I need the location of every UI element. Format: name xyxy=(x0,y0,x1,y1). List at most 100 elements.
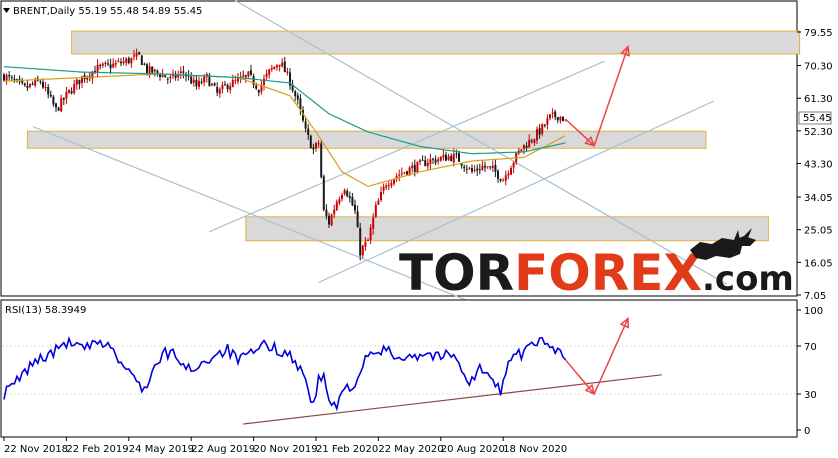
candle-body xyxy=(135,53,138,57)
candle-body xyxy=(146,64,148,74)
last-price-text: 55.45 xyxy=(803,113,832,124)
candle-body xyxy=(450,155,453,161)
candle-body xyxy=(244,75,247,78)
candle-body xyxy=(432,158,434,160)
price-panel: TORFOREX.com 79.55 70.30 61.30 52.30 43.30 34… xyxy=(0,0,833,311)
candle-body xyxy=(315,143,317,149)
price-tick-label: 79.55 xyxy=(804,28,833,39)
candle-body xyxy=(68,89,70,93)
candle-body xyxy=(374,204,377,217)
candle-body xyxy=(10,77,13,79)
watermark-tor: TOR xyxy=(399,244,514,302)
candle-body xyxy=(237,78,239,82)
candle-body xyxy=(122,61,125,64)
candle-body xyxy=(434,159,437,163)
candle-body xyxy=(419,160,421,163)
candle-body xyxy=(234,80,237,82)
price-tick-label: 7.05 xyxy=(804,291,826,302)
candle-body xyxy=(203,76,206,83)
candle-body xyxy=(554,111,557,118)
candle-body xyxy=(294,91,297,97)
candle-body xyxy=(452,153,455,163)
candle-body xyxy=(44,86,47,88)
candle-body xyxy=(382,186,385,191)
candle-body xyxy=(481,165,484,170)
time-tick-label: 20 Nov 2019 xyxy=(254,444,318,455)
candle-body xyxy=(497,171,499,179)
candle-body xyxy=(182,71,185,73)
candle-body xyxy=(138,51,141,55)
candle-body xyxy=(304,121,307,129)
candle-body xyxy=(346,190,349,197)
candle-body xyxy=(192,79,195,83)
candle-body xyxy=(247,71,250,77)
candle-body xyxy=(218,89,221,94)
candle-body xyxy=(47,86,50,95)
candle-body xyxy=(276,65,278,68)
candle-body xyxy=(442,154,445,158)
candle-body xyxy=(114,62,117,65)
candle-body xyxy=(471,167,473,172)
candle-body xyxy=(445,154,447,161)
candle-body xyxy=(101,63,104,66)
candle-body xyxy=(57,107,60,111)
price-tick-label: 52.30 xyxy=(804,127,833,138)
candle-body xyxy=(312,147,315,150)
candle-body xyxy=(320,143,323,178)
candle-body xyxy=(538,128,541,135)
rsi-header: RSI(13) 58.3949 xyxy=(5,305,86,316)
candle-body xyxy=(385,185,388,188)
candle-body xyxy=(494,164,497,172)
candle-body xyxy=(179,71,182,74)
candle-body xyxy=(364,241,367,247)
candle-body xyxy=(250,70,252,75)
candle-body xyxy=(161,74,164,78)
candle-body xyxy=(354,204,356,211)
candle-body xyxy=(283,61,286,73)
candle-body xyxy=(169,76,172,79)
candle-body xyxy=(473,170,476,172)
candle-body xyxy=(65,92,68,99)
candle-body xyxy=(543,124,546,126)
candle-body xyxy=(60,98,63,112)
candle-body xyxy=(377,200,380,205)
candle-body xyxy=(486,166,489,168)
candle-body xyxy=(502,180,505,182)
time-tick-label: 24 May 2019 xyxy=(129,444,194,455)
rsi-tick-label: 70 xyxy=(804,342,817,353)
candle-body xyxy=(322,176,325,210)
last-price-label: 55.45 xyxy=(798,111,832,125)
candle-body xyxy=(369,227,372,240)
candle-body xyxy=(476,168,479,171)
candle-body xyxy=(198,80,200,87)
candle-body xyxy=(439,156,442,161)
candle-body xyxy=(231,80,234,87)
candle-body xyxy=(242,75,245,77)
candle-body xyxy=(510,168,512,175)
candle-body xyxy=(273,66,276,70)
candle-body xyxy=(23,83,26,86)
candle-body xyxy=(120,61,122,64)
candle-body xyxy=(55,103,57,108)
chart-canvas: TORFOREX.com 79.55 70.30 61.30 52.30 43.30 34… xyxy=(0,0,838,458)
candle-body xyxy=(257,89,260,93)
candle-body xyxy=(458,153,460,162)
candle-body xyxy=(512,162,515,168)
candle-body xyxy=(411,165,414,169)
candle-body xyxy=(325,209,328,217)
candle-body xyxy=(133,55,135,57)
candle-body xyxy=(317,143,320,145)
candle-body xyxy=(5,75,8,81)
candle-body xyxy=(559,116,562,121)
candle-body xyxy=(307,128,310,136)
candle-body xyxy=(286,71,289,73)
candle-body xyxy=(109,64,112,69)
candle-body xyxy=(328,215,330,225)
candle-body xyxy=(367,239,369,241)
candle-body xyxy=(26,85,29,88)
candle-body xyxy=(42,81,44,88)
candle-body xyxy=(523,144,525,149)
candle-body xyxy=(356,211,359,228)
candle-body xyxy=(530,140,533,142)
time-tick-label: 22 May 2020 xyxy=(378,444,443,455)
